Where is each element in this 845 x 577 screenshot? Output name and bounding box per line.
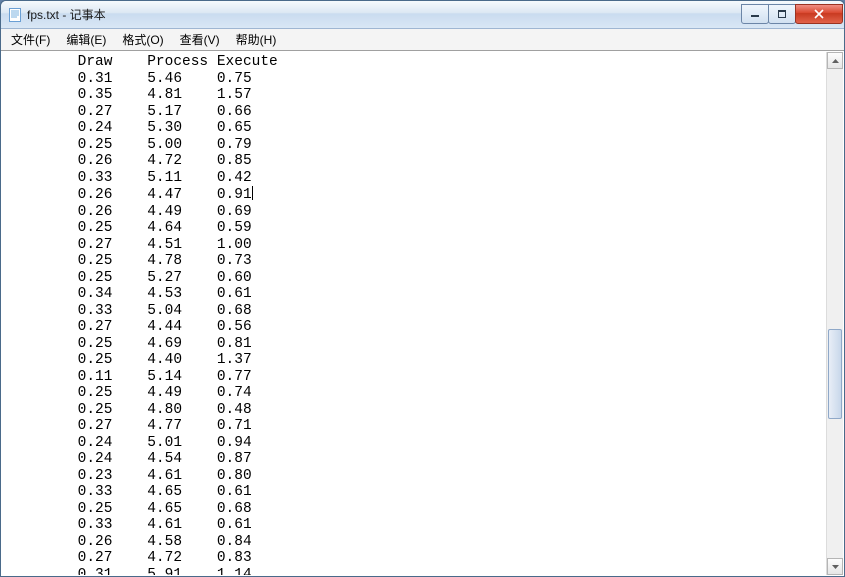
scroll-down-button[interactable] (827, 558, 843, 575)
client-area: Draw Process Execute 0.31 5.46 0.75 0.35… (1, 51, 844, 576)
close-button[interactable] (795, 4, 843, 24)
vertical-scrollbar[interactable] (826, 52, 843, 575)
text-caret (252, 186, 253, 200)
minimize-button[interactable] (741, 4, 769, 24)
menu-edit[interactable]: 编辑(E) (58, 29, 114, 50)
scroll-up-button[interactable] (827, 52, 843, 69)
window-controls (742, 4, 843, 24)
menu-view[interactable]: 查看(V) (172, 29, 228, 50)
menubar: 文件(F) 编辑(E) 格式(O) 查看(V) 帮助(H) (1, 29, 844, 51)
scroll-thumb[interactable] (828, 329, 842, 419)
notepad-window: fps.txt - 记事本 文件(F) 编辑(E) 格式(O) 查看(V) 帮助… (0, 0, 845, 577)
menu-format[interactable]: 格式(O) (114, 29, 171, 50)
window-title: fps.txt - 记事本 (27, 6, 106, 23)
menu-help[interactable]: 帮助(H) (228, 29, 285, 50)
titlebar[interactable]: fps.txt - 记事本 (1, 1, 844, 29)
maximize-button[interactable] (768, 4, 796, 24)
notepad-icon (7, 7, 23, 23)
scroll-track[interactable] (827, 69, 843, 558)
menu-file[interactable]: 文件(F) (3, 29, 58, 50)
text-editor[interactable]: Draw Process Execute 0.31 5.46 0.75 0.35… (2, 52, 826, 575)
